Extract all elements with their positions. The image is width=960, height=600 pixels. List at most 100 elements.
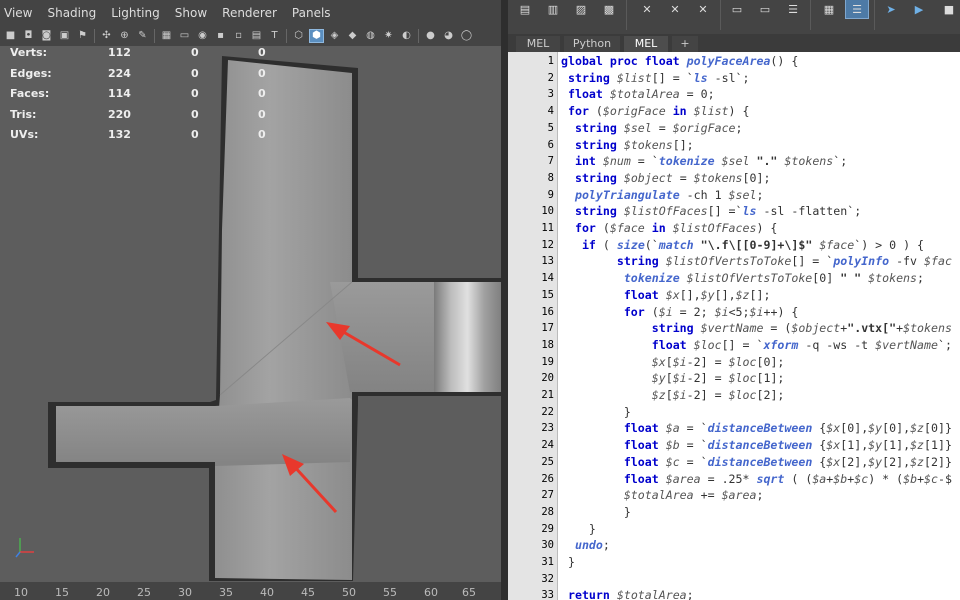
wireframe-cube-icon[interactable]: ⬡: [292, 30, 305, 42]
save-script-icon[interactable]: ▨: [570, 0, 592, 18]
execute-selected-icon[interactable]: ➤: [880, 0, 902, 18]
execute-all-icon[interactable]: ▶: [908, 0, 930, 18]
code-line[interactable]: string $object = $tokens[0];: [561, 170, 771, 187]
ambient-occlusion-icon[interactable]: ◕: [442, 30, 455, 42]
field-chart-icon[interactable]: ▪: [214, 30, 227, 42]
code-line[interactable]: float $totalArea = 0;: [561, 86, 715, 103]
lock-icon[interactable]: ⊕: [118, 30, 131, 42]
toolbar-separator: [720, 0, 721, 30]
menu-renderer[interactable]: Renderer: [222, 6, 277, 20]
clear-history-icon[interactable]: ✕: [636, 0, 658, 18]
panel-splitter[interactable]: [501, 0, 508, 600]
code-token: distanceBetween: [707, 438, 813, 453]
code-line[interactable]: float $c = `distanceBetween {$x[2],$y[2]…: [561, 454, 952, 471]
snap-icon[interactable]: ✣: [100, 30, 113, 42]
brush-icon[interactable]: ✎: [136, 30, 149, 42]
code-line[interactable]: float $area = .25* sqrt ( ($a+$b+$c) * (…: [561, 471, 952, 488]
code-token: $area: [665, 471, 701, 486]
film-gate-icon[interactable]: ▭: [178, 30, 191, 42]
code-line[interactable]: for ($i = 2; $i<5;$i++) {: [561, 304, 799, 321]
code-line[interactable]: }: [561, 404, 631, 421]
code-line[interactable]: return $totalArea;: [561, 587, 694, 600]
camera-icon[interactable]: ■: [4, 30, 17, 42]
film-icon[interactable]: ▣: [58, 30, 71, 42]
code-line[interactable]: int $num = `tokenize $sel "." $tokens`;: [561, 153, 847, 170]
code-editor[interactable]: 1 2 3 4 5 6 7 8 9 10 11 12 13 14 15 16 17 18 19 20 21 22 23 24 2…: [508, 52, 960, 600]
echo-commands-icon[interactable]: ▦: [818, 0, 840, 18]
tab-mel[interactable]: MEL: [516, 36, 560, 52]
code-line[interactable]: }: [561, 504, 631, 521]
hud-text-icon[interactable]: T: [268, 30, 281, 42]
add-tab-button[interactable]: +: [672, 36, 698, 52]
code-token: $fac: [924, 254, 952, 269]
lights-icon[interactable]: ✷: [382, 30, 395, 42]
code-line[interactable]: for ($face in $listOfFaces) {: [561, 220, 777, 237]
code-line[interactable]: $totalArea += $area;: [561, 487, 764, 504]
code-line[interactable]: for ($origFace in $list) {: [561, 103, 750, 120]
sphere-icon[interactable]: ●: [424, 30, 437, 42]
safe-title-icon[interactable]: ▤: [250, 30, 263, 42]
code-line[interactable]: global proc float polyFaceArea() {: [561, 53, 798, 70]
code-token: = (: [763, 321, 792, 336]
cylinder-face[interactable]: [434, 282, 501, 392]
code-line[interactable]: string $sel = $origFace;: [561, 120, 743, 137]
more-icon[interactable]: ■: [938, 0, 960, 18]
show-both-icon[interactable]: ☰: [782, 0, 804, 18]
save-to-shelf-icon[interactable]: ▩: [598, 0, 620, 18]
open-script-icon[interactable]: ▤: [514, 0, 536, 18]
show-history-icon[interactable]: ▭: [726, 0, 748, 18]
menu-lighting[interactable]: Lighting: [111, 6, 160, 20]
antialias-icon[interactable]: ◯: [460, 30, 473, 42]
grid-icon[interactable]: ▦: [160, 30, 173, 42]
code-line[interactable]: string $tokens[];: [561, 137, 694, 154]
code-line[interactable]: }: [561, 554, 575, 571]
tab-mel-active[interactable]: MEL: [624, 36, 668, 52]
line-number: 4: [547, 105, 554, 118]
code-line[interactable]: float $loc[] = `xform -q -ws -t $vertNam…: [561, 337, 952, 354]
menu-panels[interactable]: Panels: [292, 6, 331, 20]
code-token: [: [665, 371, 673, 386]
code-line[interactable]: $x[$i-2] = $loc[0];: [561, 354, 785, 371]
clear-input-icon[interactable]: ✕: [664, 0, 686, 18]
code-token: $x: [665, 287, 680, 302]
shaded-icon[interactable]: ◍: [364, 30, 377, 42]
camera-attributes-icon[interactable]: ◘: [22, 30, 35, 42]
code-line[interactable]: $y[$i-2] = $loc[1];: [561, 370, 785, 387]
line-numbers-icon[interactable]: ☰: [845, 0, 869, 19]
bookmark-icon[interactable]: ◙: [40, 30, 53, 42]
code-token: ls: [742, 204, 757, 219]
toolbar-separator: [810, 0, 811, 30]
safe-action-icon[interactable]: ▫: [232, 30, 245, 42]
code-token: $num: [602, 154, 631, 169]
code-line[interactable]: float $b = `distanceBetween {$x[1],$y[1]…: [561, 437, 952, 454]
shadows-icon[interactable]: ◐: [400, 30, 413, 42]
viewport-panel[interactable]: View Shading Lighting Show Renderer Pane…: [0, 0, 501, 600]
mesh-face-arm-left[interactable]: [56, 398, 352, 466]
clear-all-icon[interactable]: ✕: [692, 0, 714, 18]
menu-shading[interactable]: Shading: [47, 6, 96, 20]
code-line[interactable]: float $x[],$y[],$z[];: [561, 287, 771, 304]
smooth-shade-cube-icon[interactable]: ⬢: [309, 29, 324, 43]
flag-icon[interactable]: ⚑: [76, 30, 89, 42]
tab-python[interactable]: Python: [564, 36, 620, 52]
source-script-icon[interactable]: ▥: [542, 0, 564, 18]
show-input-icon[interactable]: ▭: [754, 0, 776, 18]
code-line[interactable]: string $vertName = ($object+".vtx["+$tok…: [561, 320, 952, 337]
code-line[interactable]: string $listOfVertsToToke[] = `polyInfo …: [561, 253, 952, 270]
wireframe-on-shaded-icon[interactable]: ◈: [328, 30, 341, 42]
code-line[interactable]: string $listOfFaces[] =`ls -sl -flatten`…: [561, 203, 861, 220]
code-line[interactable]: }: [561, 521, 596, 538]
menu-view[interactable]: View: [4, 6, 32, 20]
code-token: }: [561, 404, 631, 419]
resolution-gate-icon[interactable]: ◉: [196, 30, 209, 42]
menu-show[interactable]: Show: [175, 6, 207, 20]
code-line[interactable]: if ( size(`match "\.f\[[0-9]+\]$" $face`…: [561, 237, 924, 254]
textured-icon[interactable]: ◆: [346, 30, 359, 42]
code-line[interactable]: polyTriangulate -ch 1 $sel;: [561, 187, 763, 204]
code-line[interactable]: undo;: [561, 537, 610, 554]
time-ruler[interactable]: 10 15 20 25 30 35 40 45 50 55 60 65: [0, 582, 501, 600]
code-line[interactable]: string $list[] = `ls -sl`;: [561, 70, 750, 87]
code-line[interactable]: float $a = `distanceBetween {$x[0],$y[0]…: [561, 420, 952, 437]
code-line[interactable]: $z[$i-2] = $loc[2];: [561, 387, 785, 404]
code-line[interactable]: tokenize $listOfVertsToToke[0] " " $toke…: [561, 270, 924, 287]
